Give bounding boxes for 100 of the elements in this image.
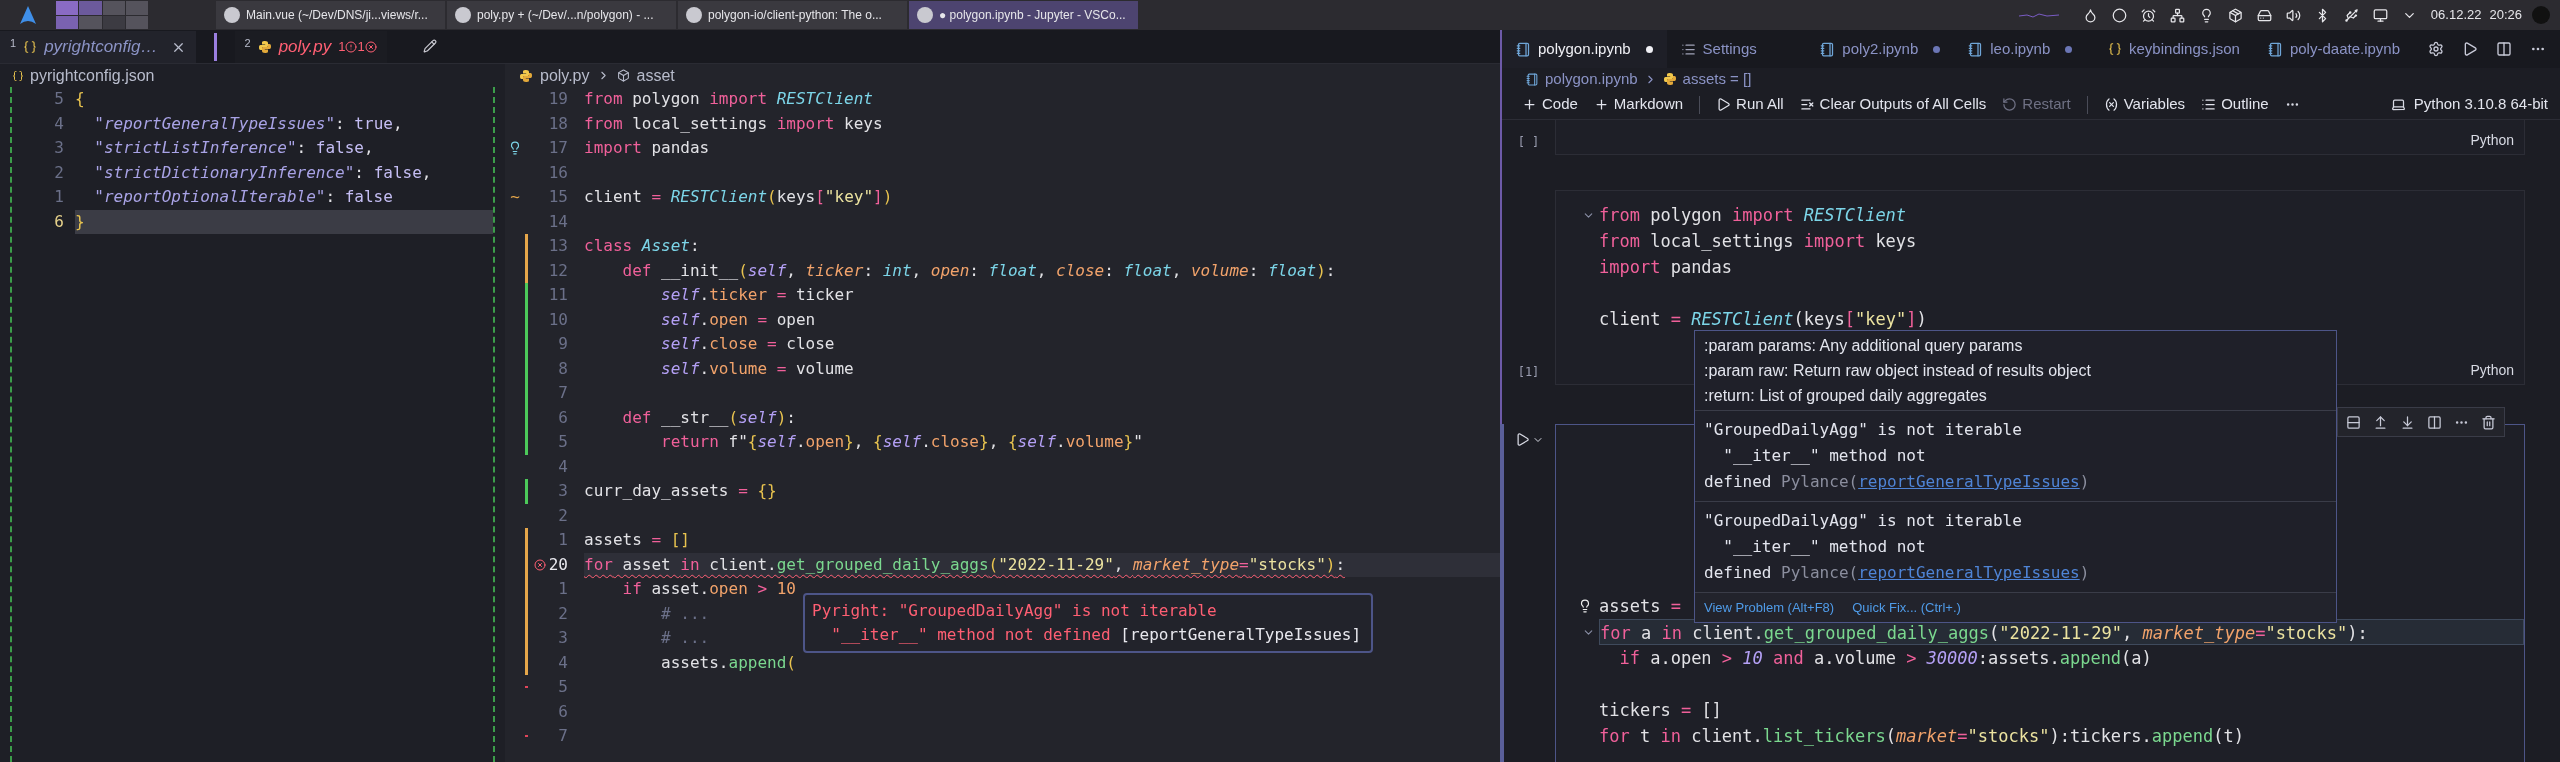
line-number: 3 (53, 137, 64, 159)
toolbar-button[interactable]: Run All (1708, 91, 1792, 118)
error-message: Pyright: "GroupedDailyAgg" is not iterable "__iter__" method not defined [reportGeneralTypeIssues] (812, 600, 1363, 646)
monitor-icon[interactable] (2372, 7, 2388, 23)
code-line: client = RESTClient(keys["key"]) (584, 186, 893, 208)
code-line: self.open = open (660, 308, 816, 331)
code-line: "strictDictionaryInference": false, (93, 161, 433, 184)
notebook-tab[interactable]: poly-daate.ipynb (2253, 30, 2414, 68)
line-number: 4 (558, 651, 568, 674)
split-cell-icon[interactable] (2427, 414, 2442, 430)
code-line: import pandas (1599, 256, 1733, 279)
tab-label: poly2.ipynb (1842, 38, 1919, 59)
kernel-picker[interactable]: Python 3.10.8 64-bit (2413, 93, 2548, 116)
task-button[interactable]: poly.py + (~/Dev/...n/polygon) - ... (447, 1, 676, 29)
arch-logo-icon[interactable] (18, 5, 38, 25)
box-icon[interactable] (2227, 7, 2243, 23)
notebook-tab[interactable]: leo.ipynb (1954, 30, 2095, 68)
drive-icon[interactable] (2256, 7, 2272, 23)
action-link[interactable]: Quick Fix... (Ctrl+.) (1852, 597, 1961, 618)
app-icon (224, 7, 240, 23)
usb-icon[interactable] (2343, 7, 2359, 23)
editor-tab[interactable]: 1 pyrightconfig… (0, 31, 196, 63)
line-number: 19 (548, 88, 568, 110)
line-number: 5 (558, 676, 568, 698)
droplet-icon[interactable] (2082, 7, 2098, 23)
circle-icon[interactable] (2111, 7, 2127, 23)
task-button[interactable]: ● polygon.ipynb - Jupyter - VSCo... (909, 1, 1138, 29)
rule-link[interactable]: reportGeneralTypeIssues (1858, 472, 2080, 491)
notebook-tab[interactable]: keybindings.json (2094, 30, 2254, 68)
tab-index: 1 (10, 36, 17, 51)
notebook-tab[interactable]: Settings (1666, 30, 1807, 68)
run-above-icon[interactable] (2373, 414, 2388, 430)
settings-icon[interactable] (2428, 41, 2444, 57)
action-link[interactable]: View Problem (Alt+F8) (1704, 597, 1835, 618)
line-number: 1 (558, 529, 568, 551)
toolbar-button[interactable]: Outline (2193, 91, 2277, 118)
line-number: 3 (558, 627, 568, 649)
code-line: curr_day_assets = {} (584, 480, 777, 502)
line-number: 4 (53, 112, 64, 135)
code-line: class Asset: (584, 235, 700, 257)
desktop-pager[interactable] (56, 1, 148, 29)
toolbar-button[interactable]: Clear Outputs of All Cells (1791, 91, 1995, 118)
cpu-graph-drawing (2018, 12, 2059, 18)
code-line: { (75, 88, 86, 110)
line-number: 9 (558, 333, 568, 355)
run-below-icon[interactable] (2400, 414, 2415, 430)
cell-language[interactable]: Python (2470, 130, 2514, 151)
notebook-tab[interactable]: poly2.ipynb (1806, 30, 1955, 68)
breadcrumb-file[interactable]: polygon.ipynb (1545, 67, 1638, 91)
alarm-clock-icon[interactable] (2140, 7, 2156, 23)
error-icon (364, 41, 377, 53)
line-number: 7 (558, 382, 568, 404)
pencil-icon[interactable] (422, 39, 437, 53)
code-line: # ... (660, 627, 710, 649)
app-icon (686, 7, 702, 23)
code-line: assets = (1599, 595, 1681, 618)
task-button[interactable]: polygon-io/client-python: The o... (678, 1, 907, 29)
breadcrumb-file[interactable]: poly.py (540, 63, 590, 88)
line-number: 5 (53, 88, 64, 110)
plus-icon (1522, 97, 1537, 112)
tab-label: pyrightconfig… (44, 36, 158, 59)
code-line: from polygon import RESTClient (1599, 204, 1907, 227)
trash-icon[interactable] (2481, 414, 2496, 430)
problem-text: "GroupedDailyAgg" is not iterable "__iter__" method not defined Pylance(reportGeneralTypeIssues) (1704, 510, 2090, 584)
code-line: assets = [] (584, 529, 690, 551)
run-cell-icon[interactable] (1515, 432, 1530, 447)
notebook-icon (1516, 41, 1531, 57)
network-icon[interactable] (2169, 7, 2185, 23)
lightbulb-icon[interactable] (508, 141, 522, 156)
cell-language[interactable]: Python (2470, 360, 2514, 381)
tab-label: leo.ipynb (1990, 38, 2051, 59)
line-number: 10 (548, 308, 568, 331)
breadcrumb-symbol[interactable]: assets = [] (1682, 67, 1752, 91)
play-icon[interactable] (2462, 41, 2478, 57)
lightbulb-icon[interactable] (1578, 599, 1592, 613)
line-number: 18 (548, 112, 568, 135)
code-line: def __str__(self): (621, 406, 796, 429)
toolbar-button[interactable]: Code (1514, 91, 1586, 118)
volume-icon[interactable] (2285, 7, 2301, 23)
tab-index: 2 (244, 36, 251, 51)
toolbar-button[interactable]: Variables (2095, 91, 2194, 118)
notebook-tab[interactable]: polygon.ipynb (1502, 30, 1667, 68)
date-text: 06.12.22 (2430, 6, 2482, 25)
rows-icon[interactable] (2346, 414, 2361, 430)
doc-text: :param params: Any additional query params (1704, 336, 2024, 356)
split-editor-icon[interactable] (2496, 41, 2512, 57)
line-number: 6 (53, 210, 64, 233)
notebook-icon (2267, 41, 2283, 57)
line-number: 2 (558, 504, 568, 527)
breadcrumb-file[interactable]: pyrightconfig.json (30, 63, 155, 88)
code-line: for t in client.list_tickers(market="stocks"):tickers.append(t) (1599, 725, 2244, 748)
list-icon (1680, 41, 1696, 57)
line-number: 15 (548, 186, 568, 208)
code-line: "strictListInference": false, (93, 137, 375, 159)
task-button[interactable]: Main.vue (~/Dev/DNS/ji...views/r... (216, 1, 445, 29)
rule-link[interactable]: reportGeneralTypeIssues (1858, 563, 2080, 582)
toolbar-button[interactable]: Markdown (1585, 91, 1692, 118)
gutter-mark: ~ (510, 186, 520, 208)
breadcrumb-symbol[interactable]: asset (636, 63, 675, 88)
code-cell[interactable]: Python (1555, 120, 2525, 155)
